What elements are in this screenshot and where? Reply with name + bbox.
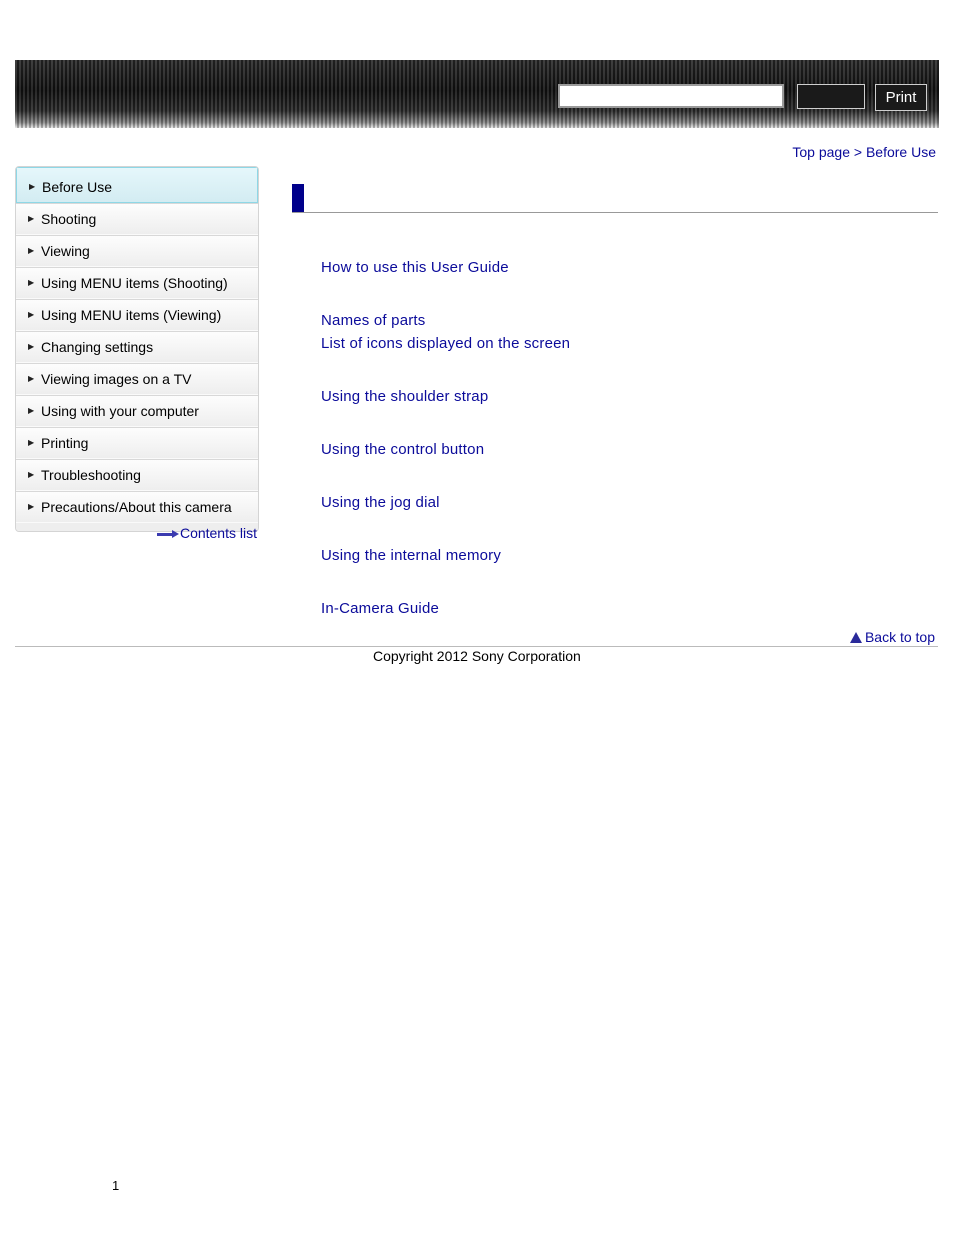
- breadcrumb-separator: >: [853, 144, 863, 160]
- triangle-right-icon: ▶: [28, 246, 35, 255]
- contents-list-label: Contents list: [179, 525, 257, 541]
- triangle-right-icon: ▶: [28, 374, 35, 383]
- link-control-button[interactable]: Using the control button: [321, 441, 484, 458]
- search-input[interactable]: [558, 84, 784, 108]
- sidebar-item-label: Using with your computer: [41, 403, 199, 419]
- sidebar-item-label: Printing: [41, 435, 89, 451]
- sidebar-item-label: Using MENU items (Shooting): [41, 275, 228, 291]
- triangle-right-icon: ▶: [28, 470, 35, 479]
- link-shoulder-strap[interactable]: Using the shoulder strap: [321, 388, 488, 405]
- footer-divider: [15, 646, 938, 647]
- triangle-right-icon: ▶: [28, 278, 35, 287]
- contents-list-link[interactable]: Contents list: [156, 525, 257, 541]
- sidebar: ▶ Before Use ▶ Shooting ▶ Viewing ▶ Using ME…: [15, 166, 259, 532]
- back-to-top-link[interactable]: Back to top: [849, 629, 935, 645]
- sidebar-item-viewing[interactable]: ▶ Viewing: [16, 235, 258, 267]
- page-title-marker: [292, 184, 304, 213]
- link-jog-dial[interactable]: Using the jog dial: [321, 494, 440, 511]
- sidebar-item-troubleshooting[interactable]: ▶ Troubleshooting: [16, 459, 258, 491]
- triangle-right-icon: ▶: [28, 214, 35, 223]
- triangle-up-icon: [849, 632, 862, 643]
- sidebar-item-label: Troubleshooting: [41, 467, 141, 483]
- sidebar-item-computer[interactable]: ▶ Using with your computer: [16, 395, 258, 427]
- sidebar-item-menu-shooting[interactable]: ▶ Using MENU items (Shooting): [16, 267, 258, 299]
- link-names-of-parts[interactable]: Names of parts: [321, 312, 426, 329]
- link-internal-memory[interactable]: Using the internal memory: [321, 547, 501, 564]
- print-button[interactable]: Print: [875, 84, 927, 111]
- sidebar-item-precautions[interactable]: ▶ Precautions/About this camera: [16, 491, 258, 523]
- sidebar-item-before-use[interactable]: ▶ Before Use: [16, 167, 258, 203]
- sidebar-item-label: Viewing images on a TV: [41, 371, 192, 387]
- triangle-right-icon: ▶: [29, 182, 36, 191]
- breadcrumb-current[interactable]: Before Use: [866, 144, 936, 160]
- sidebar-item-shooting[interactable]: ▶ Shooting: [16, 203, 258, 235]
- breadcrumb-top-page[interactable]: Top page: [792, 144, 850, 160]
- arrow-right-icon: [156, 529, 179, 539]
- sidebar-item-label: Before Use: [42, 179, 113, 195]
- breadcrumb: Top page > Before Use: [792, 144, 936, 160]
- sidebar-item-printing[interactable]: ▶ Printing: [16, 427, 258, 459]
- sidebar-item-label: Precautions/About this camera: [41, 499, 232, 515]
- sidebar-item-label: Viewing: [41, 243, 90, 259]
- triangle-right-icon: ▶: [28, 438, 35, 447]
- sidebar-item-menu-viewing[interactable]: ▶ Using MENU items (Viewing): [16, 299, 258, 331]
- search-button[interactable]: [797, 84, 865, 109]
- sidebar-item-label: Using MENU items (Viewing): [41, 307, 222, 323]
- link-how-to-use[interactable]: How to use this User Guide: [321, 259, 509, 276]
- link-list-of-icons[interactable]: List of icons displayed on the screen: [321, 335, 570, 352]
- triangle-right-icon: ▶: [28, 406, 35, 415]
- sidebar-item-changing-settings[interactable]: ▶ Changing settings: [16, 331, 258, 363]
- triangle-right-icon: ▶: [28, 502, 35, 511]
- page-title-divider: [292, 212, 938, 213]
- copyright-text: Copyright 2012 Sony Corporation: [373, 648, 581, 664]
- sidebar-item-label: Shooting: [41, 211, 97, 227]
- back-to-top-label: Back to top: [864, 629, 935, 645]
- link-in-camera-guide[interactable]: In-Camera Guide: [321, 600, 439, 617]
- sidebar-item-viewing-tv[interactable]: ▶ Viewing images on a TV: [16, 363, 258, 395]
- sidebar-item-label: Changing settings: [41, 339, 154, 355]
- triangle-right-icon: ▶: [28, 310, 35, 319]
- triangle-right-icon: ▶: [28, 342, 35, 351]
- page-number: 1: [112, 1178, 120, 1193]
